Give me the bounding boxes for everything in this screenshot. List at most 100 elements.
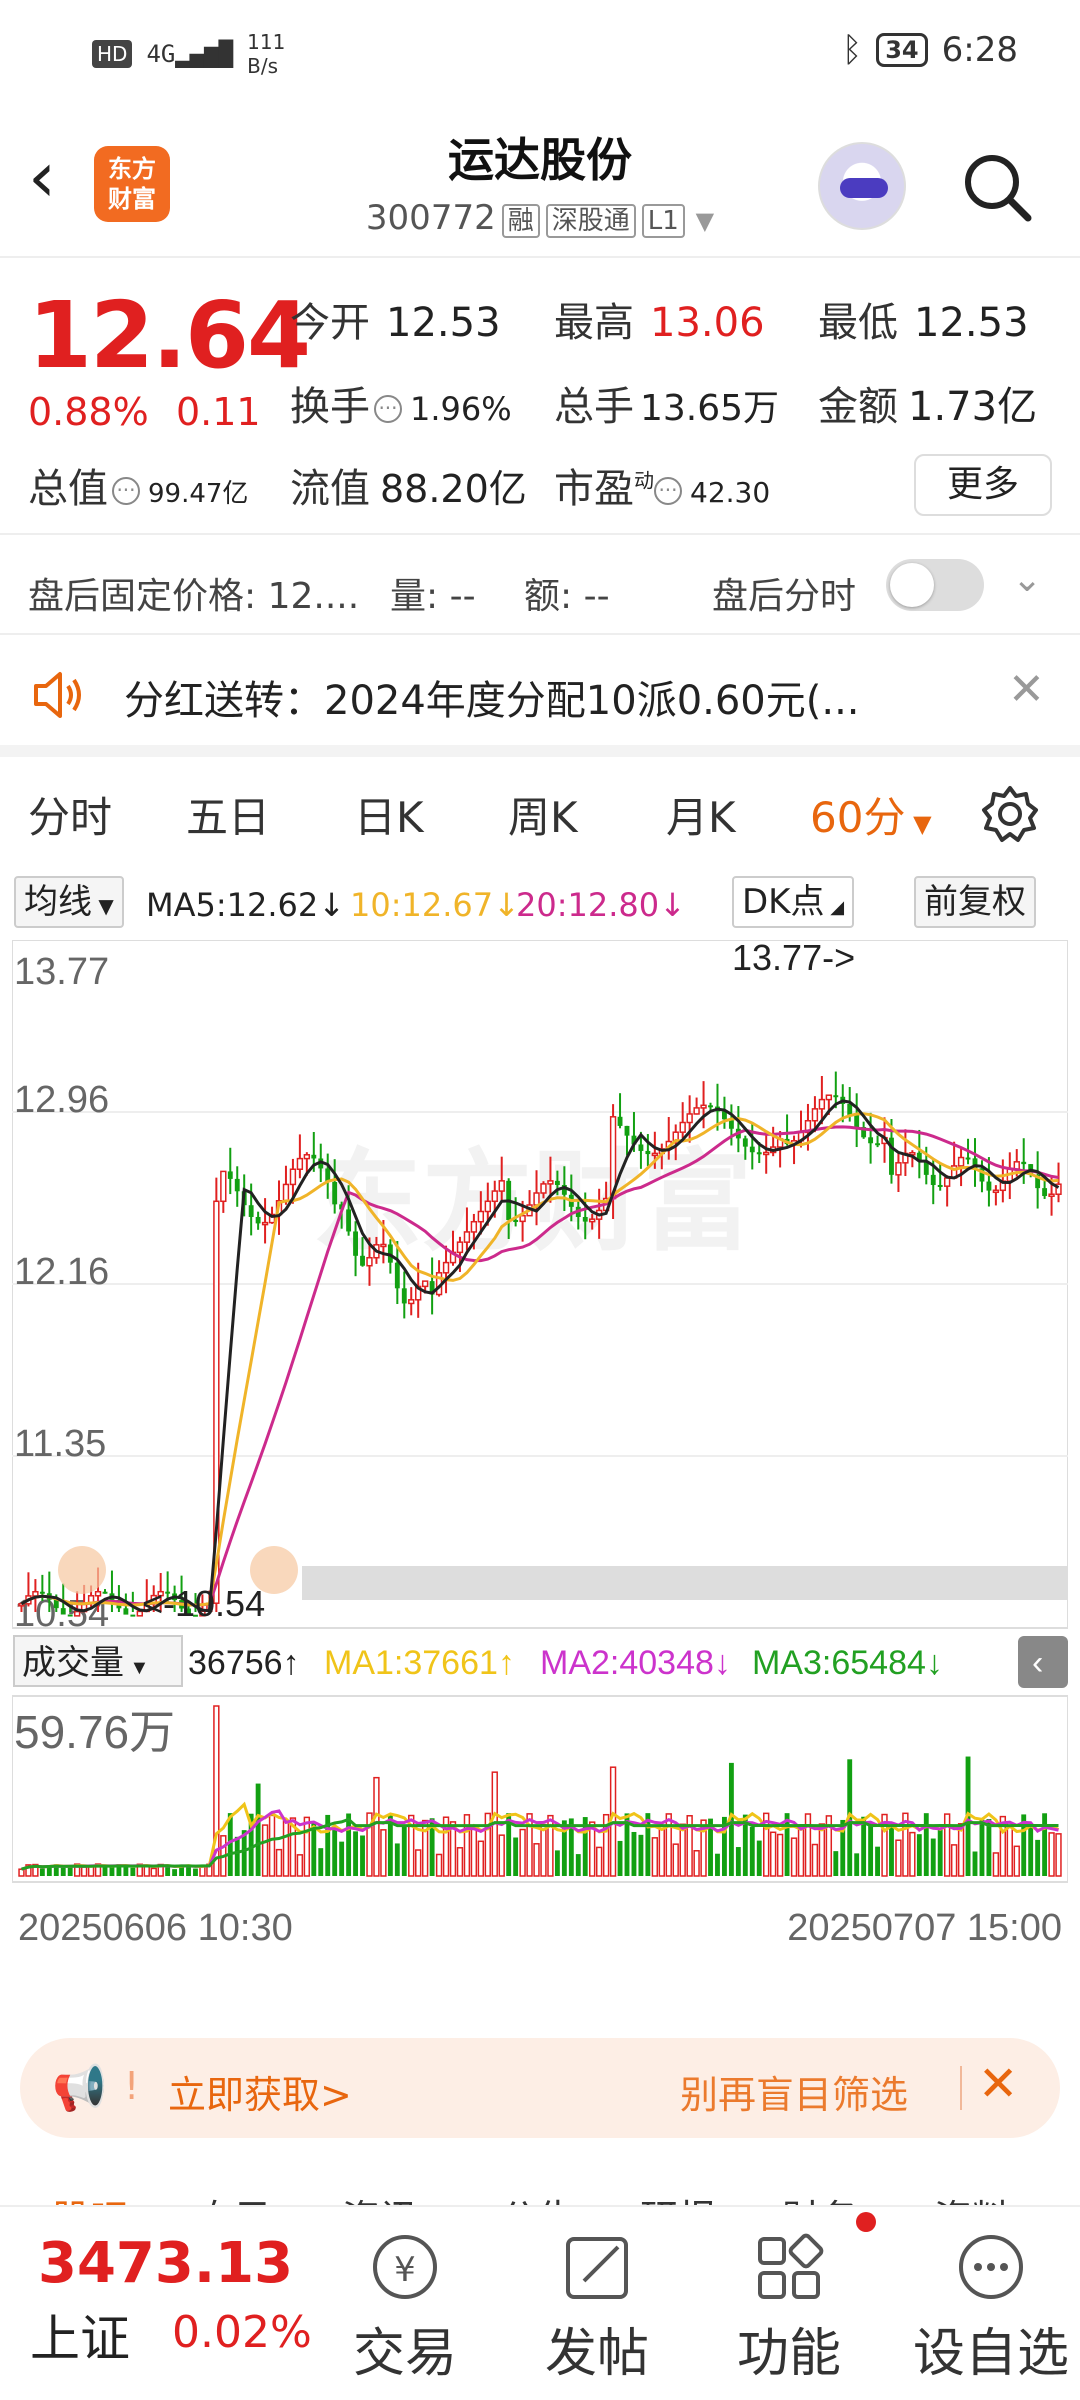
exclaim-icon: ! xyxy=(124,2064,140,2108)
volume-bar xyxy=(811,1843,819,1877)
after-hours-chart-label: 盘后分时 xyxy=(712,576,857,617)
open-cell: 今开 12.53 xyxy=(290,300,501,346)
candle-body xyxy=(60,1608,66,1615)
status-bar: HD 4G▂▄▆█ 111 B/s ᛒ 34 6:28 xyxy=(0,0,1080,110)
volume-bar xyxy=(394,1843,400,1876)
tab-monthly-k[interactable]: 月K xyxy=(666,784,736,845)
volume-bar xyxy=(818,1823,826,1877)
volume-cell: 总手 13.65万 xyxy=(554,384,780,430)
candle-body xyxy=(39,1591,45,1594)
vol-ma1: MA1:37661↑ xyxy=(324,1644,515,1682)
kline-chart[interactable]: 东方财富 13.77 12.96 12.16 11.35 10.54 13.77… xyxy=(12,940,1068,1952)
dividend-notice[interactable]: 分红送转：2024年度分配10派0.60元(... ✕ xyxy=(0,644,1080,744)
dk-point-button[interactable]: DK点 ◢ xyxy=(732,876,855,928)
candle-body xyxy=(303,1154,311,1160)
stock-header: ‹ 东方 财富 运达股份 300772 融深股通 L1 ▼ xyxy=(0,110,1080,258)
float-cap-cell: 流值 88.20亿 xyxy=(290,466,527,512)
candle-body xyxy=(825,1094,833,1101)
adjust-button[interactable]: 前复权 xyxy=(914,876,1036,928)
info-icon[interactable]: ··· xyxy=(654,477,682,505)
promo-banner[interactable]: 📢 ! 立即获取> 别再盲目筛选 ✕ xyxy=(20,2038,1060,2138)
candle-body xyxy=(965,1157,971,1160)
close-icon[interactable]: ✕ xyxy=(1008,664,1045,715)
volume-bar xyxy=(456,1847,464,1877)
candle-body xyxy=(261,1221,269,1226)
info-icon[interactable]: ··· xyxy=(374,395,402,423)
tab-daily-k[interactable]: 日K xyxy=(354,784,424,845)
volume-value: 36756↑ xyxy=(188,1644,300,1682)
candle-body xyxy=(498,1180,505,1192)
ma-selector[interactable]: 均线 ▼ xyxy=(14,876,124,928)
candle-body xyxy=(992,1189,1000,1194)
change-percent: 0.88% xyxy=(28,390,149,434)
candle-body xyxy=(346,1209,352,1232)
candle-body xyxy=(456,1241,464,1254)
gear-icon[interactable] xyxy=(980,784,1040,844)
volume-bar xyxy=(87,1865,95,1877)
tab-weekly-k[interactable]: 周K xyxy=(508,784,578,845)
after-hours-volume: 量: -- xyxy=(390,576,476,617)
nav-add-watchlist[interactable]: 设自选 xyxy=(906,2225,1076,2386)
volume-bar xyxy=(415,1849,422,1877)
volume-bar xyxy=(470,1825,478,1877)
candle-body xyxy=(463,1231,471,1243)
volume-bar xyxy=(797,1828,805,1877)
vol-ma3: MA3:65484↓ xyxy=(752,1644,943,1682)
svg-text:¥: ¥ xyxy=(394,2250,416,2290)
more-dots-icon xyxy=(959,2235,1023,2299)
candle-body xyxy=(554,1180,560,1185)
volume-bar xyxy=(1013,1845,1020,1877)
nav-features[interactable]: 功能 xyxy=(714,2225,864,2386)
volume-bar xyxy=(150,1867,157,1877)
volume-bar xyxy=(895,1839,902,1877)
volume-bar xyxy=(992,1852,1000,1877)
candle-body xyxy=(708,1105,713,1108)
candle-body xyxy=(353,1231,358,1256)
candle-body xyxy=(645,1150,651,1155)
edit-icon xyxy=(566,2237,628,2299)
candle-body xyxy=(1048,1193,1055,1197)
chevron-left-icon: ‹ xyxy=(1032,1644,1043,1682)
candle-body xyxy=(833,1095,839,1098)
nav-post[interactable]: 发帖 xyxy=(522,2225,672,2386)
volume-bar xyxy=(435,1853,443,1877)
robot-assistant-avatar[interactable] xyxy=(818,142,906,230)
volume-bar xyxy=(790,1837,798,1877)
more-button[interactable]: 更多 xyxy=(914,454,1052,516)
volume-bar xyxy=(909,1831,916,1877)
volume-bar xyxy=(533,1843,540,1877)
bluetooth-icon: ᛒ xyxy=(841,30,863,70)
tab-intraday[interactable]: 分时 xyxy=(28,784,112,845)
volume-bar xyxy=(715,1853,720,1876)
volume-bar xyxy=(950,1844,958,1877)
volume-bar xyxy=(1006,1822,1013,1877)
tab-60min[interactable]: 60分 ▼ xyxy=(810,784,932,845)
x-start-label: 20250606 10:30 xyxy=(18,1907,293,1949)
change-amount: 0.11 xyxy=(176,390,261,434)
tab-five-day[interactable]: 五日 xyxy=(186,784,270,845)
bottom-nav: 3473.13 上证 0.02% ¥ 交易 发帖 功能 设自选 xyxy=(0,2205,1080,2400)
signal-icon: 4G▂▄▆█ xyxy=(146,40,234,68)
candle-body xyxy=(296,1157,304,1170)
volume-bar xyxy=(875,1846,880,1876)
info-icon[interactable]: ··· xyxy=(112,477,140,505)
volume-bar xyxy=(769,1831,777,1877)
candle-body xyxy=(943,1177,951,1187)
volume-bar xyxy=(353,1831,358,1876)
volume-bar xyxy=(749,1826,755,1876)
candle-body xyxy=(756,1152,762,1155)
after-hours-amount: 额: -- xyxy=(524,576,610,617)
nav-trade[interactable]: ¥ 交易 xyxy=(330,2225,480,2386)
after-hours-toggle[interactable] xyxy=(886,559,984,611)
volume-bar xyxy=(693,1850,700,1877)
trade-icon: ¥ xyxy=(373,2235,437,2299)
promo-cta[interactable]: 立即获取> xyxy=(168,2064,352,2119)
close-icon[interactable]: ✕ xyxy=(978,2056,1018,2112)
chevron-down-icon[interactable]: ⌄ xyxy=(1012,559,1042,600)
search-icon[interactable] xyxy=(962,152,1032,222)
volume-header: 成交量 ▼ 36756↑ MA1:37661↑ MA2:40348↓ MA3:6… xyxy=(13,1635,1068,1688)
candle-body xyxy=(818,1098,826,1110)
candle-body xyxy=(875,1143,880,1146)
stock-code-line[interactable]: 300772 融深股通 L1 ▼ xyxy=(0,198,1080,238)
candle-body xyxy=(401,1288,407,1304)
